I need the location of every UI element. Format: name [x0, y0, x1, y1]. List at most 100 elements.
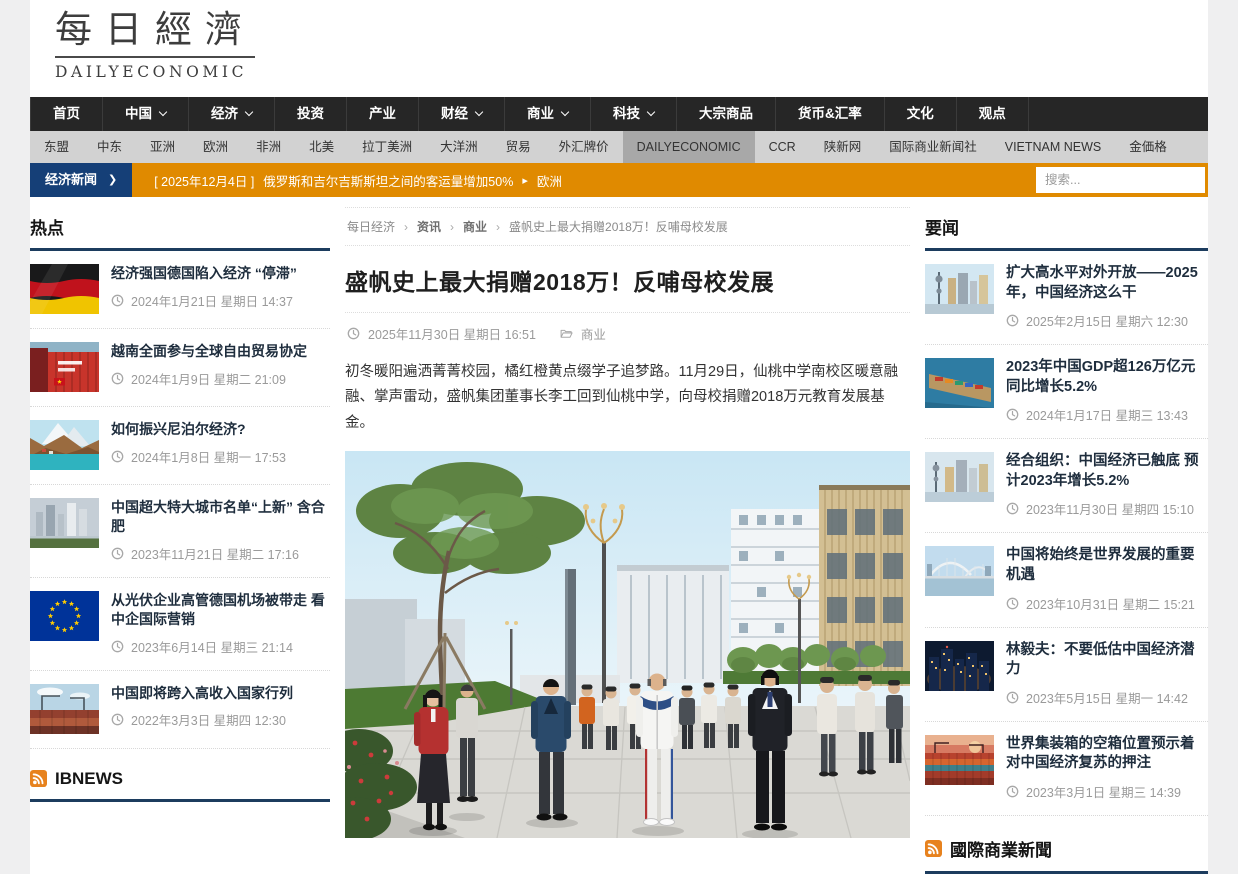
news-title[interactable]: 中国即将跨入高收入国家行列 [111, 684, 330, 703]
nav-item-economy[interactable]: 经济 [189, 97, 275, 131]
news-title[interactable]: 林毅夫：不要低估中国经济潜力 [1006, 641, 1208, 680]
subnav-ccr[interactable]: CCR [755, 131, 810, 163]
folder-icon [560, 327, 573, 340]
search-input[interactable] [1036, 167, 1205, 193]
news-date: 2023年11月21日 星期二 17:16 [111, 544, 330, 563]
ticker-headline[interactable]: [ 2025年12月4日 ] 俄罗斯和吉尔吉斯斯坦之间的客运量增加50% ▸ 欧… [154, 171, 562, 190]
subnav-europe[interactable]: 欧洲 [189, 131, 242, 163]
night-city-thumbnail [925, 641, 994, 691]
breadcrumb-business[interactable]: 商业 [463, 218, 487, 235]
nav-item-finance[interactable]: 财经 [419, 97, 505, 131]
search-box [1036, 167, 1205, 193]
breadcrumb-separator: › [450, 220, 454, 234]
nav-item-business[interactable]: 商业 [505, 97, 591, 131]
news-title[interactable]: 2023年中国GDP超126万亿元 同比增长5.2% [1006, 358, 1208, 397]
port-aerial-thumbnail [925, 358, 994, 408]
breadcrumb-home[interactable]: 每日经济 [347, 218, 395, 235]
nav-item-home[interactable]: 首页 [30, 97, 103, 131]
logo-chinese: 每日經濟 [55, 9, 255, 58]
article-paragraph: 初冬暖阳遍洒菁菁校园，橘红橙黄点缀学子追梦路。11月29日，仙桃中学南校区暖意融… [345, 360, 910, 436]
clock-icon [1006, 597, 1019, 610]
bridge-thumbnail [925, 546, 994, 596]
hot-topics-column: 热点 经济强国德国陷入经济 “停滞” 2024年1月21日 星期日 14:37 [30, 207, 330, 874]
news-title[interactable]: 经合组织：中国经济已触底 预计2023年增长5.2% [1006, 452, 1208, 491]
news-title[interactable]: 扩大高水平对外开放——2025年，中国经济这么干 [1006, 264, 1208, 303]
list-item[interactable]: 越南全面参与全球自由贸易协定 2024年1月9日 星期二 21:09 [30, 329, 330, 407]
subnav-forex[interactable]: 外汇牌价 [545, 131, 623, 163]
page: 每日經濟 DAILYECONOMIC 首页 中国 经济 投资 产业 财经 商业 … [30, 0, 1208, 874]
subnav-asia[interactable]: 亚洲 [136, 131, 189, 163]
breadcrumb-current: 盛帆史上最大捐赠2018万！反哺母校发展 [509, 218, 728, 235]
clock-icon [1006, 502, 1019, 515]
list-item[interactable]: 中国将始终是世界发展的重要机遇 2023年10月31日 星期二 15:21 [925, 533, 1208, 627]
news-date: 2024年1月21日 星期日 14:37 [111, 291, 330, 310]
subnav-ibn-agency[interactable]: 国际商业新闻社 [875, 131, 991, 163]
subnav-latam[interactable]: 拉丁美洲 [348, 131, 426, 163]
nav-item-culture[interactable]: 文化 [885, 97, 957, 131]
site-logo[interactable]: 每日經濟 DAILYECONOMIC [55, 9, 255, 81]
subnav-oceania[interactable]: 大洋洲 [426, 131, 492, 163]
ticker-title: 俄罗斯和吉尔吉斯斯坦之间的客运量增加50% [263, 171, 513, 190]
article-date: 2025年11月30日 星期日 16:51 [368, 324, 536, 343]
clock-icon [1006, 785, 1019, 798]
subnav-namerica[interactable]: 北美 [295, 131, 348, 163]
ticker-date: [ 2025年12月4日 ] [154, 171, 254, 190]
breadcrumb-news[interactable]: 资讯 [417, 218, 441, 235]
list-item[interactable]: 扩大高水平对外开放——2025年，中国经济这么干 2025年2月15日 星期六 … [925, 251, 1208, 345]
arrow-right-icon: ▸ [522, 174, 528, 187]
subnav-shanxinet[interactable]: 陕新网 [810, 131, 876, 163]
breadcrumb: 每日经济 › 资讯 › 商业 › 盛帆史上最大捐赠2018万！反哺母校发展 [345, 207, 910, 246]
article-category[interactable]: 商业 [581, 324, 606, 343]
subnav-gold-price[interactable]: 金価格 [1115, 131, 1181, 163]
eu-flag-thumbnail [30, 591, 99, 641]
list-item[interactable]: 如何振兴尼泊尔经济? 2024年1月8日 星期一 17:53 [30, 407, 330, 485]
list-item[interactable]: 经济强国德国陷入经济 “停滞” 2024年1月21日 星期日 14:37 [30, 251, 330, 329]
clock-icon [347, 327, 360, 340]
rss-icon [925, 840, 942, 857]
clock-icon [1006, 314, 1019, 327]
news-date: 2023年5月15日 星期一 14:42 [1006, 688, 1208, 707]
news-date: 2023年10月31日 星期二 15:21 [1006, 594, 1208, 613]
subnav-dailyeconomic-active[interactable]: DAILYECONOMIC [623, 131, 755, 163]
breadcrumb-separator: › [404, 220, 408, 234]
vietnam-containers-thumbnail [30, 342, 99, 392]
news-title[interactable]: 经济强国德国陷入经济 “停滞” [111, 264, 330, 283]
nav-item-industry[interactable]: 产业 [347, 97, 419, 131]
subnav-vietnam-news[interactable]: VIETNAM NEWS [991, 131, 1116, 163]
main-nav: 首页 中国 经济 投资 产业 财经 商业 科技 大宗商品 货币&汇率 文化 观点 [30, 97, 1208, 131]
nav-item-commodities[interactable]: 大宗商品 [677, 97, 776, 131]
list-item[interactable]: 2023年中国GDP超126万亿元 同比增长5.2% 2024年1月17日 星期… [925, 345, 1208, 439]
ticker-label[interactable]: 经济新闻 ❯ [30, 163, 132, 197]
news-title[interactable]: 中国超大特大城市名单“上新” 含合肥 [111, 498, 330, 536]
subnav-africa[interactable]: 非洲 [242, 131, 295, 163]
nav-item-currency[interactable]: 货币&汇率 [776, 97, 885, 131]
subnav-trade[interactable]: 贸易 [492, 131, 545, 163]
news-title[interactable]: 从光伏企业高管德国机场被带走 看中企国际营销 [111, 591, 330, 629]
subnav-mideast[interactable]: 中东 [83, 131, 136, 163]
news-date: 2024年1月9日 星期二 21:09 [111, 369, 330, 388]
news-date: 2024年1月17日 星期三 13:43 [1006, 405, 1208, 424]
subnav-asean[interactable]: 东盟 [30, 131, 83, 163]
list-item[interactable]: 林毅夫：不要低估中国经济潜力 2023年5月15日 星期一 14:42 [925, 628, 1208, 722]
page-title: 盛帆史上最大捐赠2018万！反哺母校发展 [345, 263, 910, 297]
list-item[interactable]: 中国即将跨入高收入国家行列 2022年3月3日 星期四 12:30 [30, 671, 330, 749]
nav-item-investment[interactable]: 投资 [275, 97, 347, 131]
list-item[interactable]: 从光伏企业高管德国机场被带走 看中企国际营销 2023年6月14日 星期三 21… [30, 578, 330, 671]
list-item[interactable]: 世界集装箱的空箱位置预示着对中国经济复苏的押注 2023年3月1日 星期三 14… [925, 722, 1208, 816]
feed-link-international-business-news[interactable]: 國際商業新聞 [925, 836, 1208, 874]
chevron-down-icon [561, 108, 569, 116]
chevron-right-icon: ❯ [108, 163, 117, 197]
shanghai-skyline-thumbnail [925, 264, 994, 314]
list-item[interactable]: 中国超大特大城市名单“上新” 含合肥 2023年11月21日 星期二 17:16 [30, 485, 330, 578]
news-title[interactable]: 如何振兴尼泊尔经济? [111, 420, 330, 439]
nav-item-opinion[interactable]: 观点 [957, 97, 1029, 131]
list-item[interactable]: 经合组织：中国经济已触底 预计2023年增长5.2% 2023年11月30日 星… [925, 439, 1208, 533]
news-title[interactable]: 世界集装箱的空箱位置预示着对中国经济复苏的押注 [1006, 735, 1208, 774]
ticker-category[interactable]: 欧洲 [537, 171, 562, 190]
rss-icon [30, 770, 47, 787]
top-news-heading: 要闻 [925, 207, 1208, 251]
news-title[interactable]: 越南全面参与全球自由贸易协定 [111, 342, 330, 361]
nav-item-tech[interactable]: 科技 [591, 97, 677, 131]
news-title[interactable]: 中国将始终是世界发展的重要机遇 [1006, 546, 1208, 585]
nav-item-china[interactable]: 中国 [103, 97, 189, 131]
